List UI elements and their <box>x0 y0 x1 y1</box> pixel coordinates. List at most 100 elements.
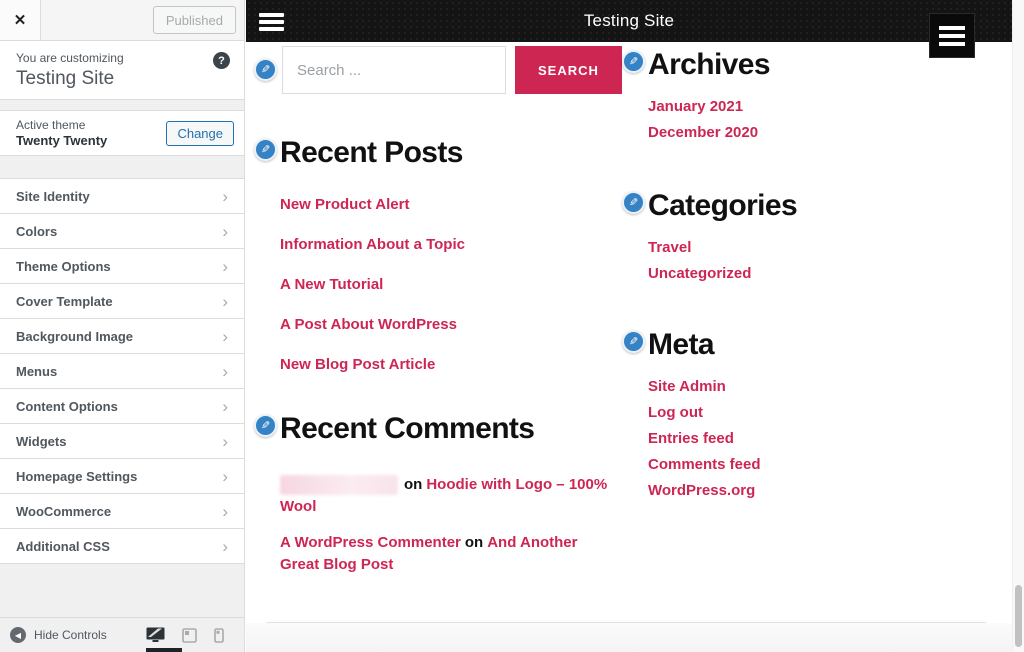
mobile-icon <box>214 627 224 643</box>
list-item: WordPress.org <box>648 482 1010 500</box>
customizer-site-title: Testing Site <box>16 68 115 89</box>
list-item: Uncategorized <box>648 265 1010 283</box>
comment-author-link[interactable]: A WordPress Commenter <box>280 534 461 551</box>
site-header: Testing Site <box>246 0 1012 42</box>
close-customizer-button[interactable]: ✕ <box>0 0 41 40</box>
edit-archives-button[interactable]: ✎ <box>622 50 645 73</box>
archive-link[interactable]: January 2021 <box>648 98 743 115</box>
search-input[interactable] <box>282 46 506 94</box>
archives-widget: ✎ Archives January 2021 December 2020 <box>622 48 1010 142</box>
edit-meta-button[interactable]: ✎ <box>622 330 645 353</box>
list-item: Entries feed <box>648 430 1010 448</box>
screen: ✕ Published You are customizing Testing … <box>0 0 1024 652</box>
site-preview: Testing Site ✎ SEARCH ✎ Recent Posts <box>246 0 1024 652</box>
categories-list: Travel Uncategorized <box>648 239 1010 283</box>
meta-link[interactable]: Site Admin <box>648 378 726 395</box>
desktop-icon <box>146 627 165 642</box>
category-link[interactable]: Uncategorized <box>648 265 751 282</box>
preview-right-column: ✎ Archives January 2021 December 2020 ✎ … <box>622 46 1010 508</box>
customizing-label: You are customizing <box>16 51 124 65</box>
device-preview-switcher <box>146 627 234 643</box>
active-theme-section: Active theme Twenty Twenty Change <box>0 110 244 156</box>
edit-recent-posts-button[interactable]: ✎ <box>254 138 277 161</box>
sidebar-item-cover-template[interactable]: Cover Template › <box>0 284 244 319</box>
active-device-indicator <box>146 648 182 652</box>
sidebar-item-colors[interactable]: Colors › <box>0 214 244 249</box>
sidebar-item-label: Homepage Settings <box>16 468 138 484</box>
list-item: Site Admin <box>648 378 1010 396</box>
sidebar-item-content-options[interactable]: Content Options › <box>0 389 244 424</box>
meta-link[interactable]: WordPress.org <box>648 482 755 499</box>
category-link[interactable]: Travel <box>648 239 691 256</box>
preview-scrollbar-thumb[interactable] <box>1015 585 1022 647</box>
redacted-comment-author <box>280 475 398 496</box>
archive-link[interactable]: December 2020 <box>648 124 758 141</box>
list-item: Log out <box>648 404 1010 422</box>
help-button[interactable]: ? <box>213 52 230 69</box>
chevron-right-icon: › <box>222 291 228 311</box>
sidebar-item-label: Cover Template <box>16 293 113 309</box>
sidebar-item-site-identity[interactable]: Site Identity › <box>0 179 244 214</box>
preview-scrollbar-track[interactable] <box>1012 0 1024 652</box>
tablet-preview-button[interactable] <box>182 627 197 643</box>
edit-categories-button[interactable]: ✎ <box>622 191 645 214</box>
meta-title: Meta <box>648 328 715 361</box>
sidebar-item-label: Content Options <box>16 398 118 414</box>
desktop-preview-button[interactable] <box>146 627 165 643</box>
sidebar-item-homepage-settings[interactable]: Homepage Settings › <box>0 459 244 494</box>
published-button[interactable]: Published <box>152 6 236 34</box>
list-item: A New Tutorial <box>280 276 616 294</box>
theme-name: Twenty Twenty <box>16 133 108 148</box>
edit-recent-comments-button[interactable]: ✎ <box>254 414 277 437</box>
sidebar-item-additional-css[interactable]: Additional CSS › <box>0 529 244 564</box>
sidebar-item-theme-options[interactable]: Theme Options › <box>0 249 244 284</box>
meta-list: Site Admin Log out Entries feed Comments… <box>648 378 1010 500</box>
post-link[interactable]: Information About a Topic <box>280 236 465 253</box>
pencil-icon: ✎ <box>260 64 271 76</box>
post-link[interactable]: New Blog Post Article <box>280 356 435 373</box>
active-theme-label: Active theme <box>16 118 86 132</box>
menu-hamburger-icon[interactable] <box>259 13 284 31</box>
sidebar-item-label: WooCommerce <box>16 503 112 519</box>
sidebar-item-menus[interactable]: Menus › <box>0 354 244 389</box>
collapse-arrow-icon: ◀ <box>14 630 22 640</box>
list-item: January 2021 <box>648 98 1010 116</box>
sidebar-item-label: Colors <box>16 223 58 239</box>
recent-posts-widget: ✎ Recent Posts New Product Alert Informa… <box>254 136 616 374</box>
edit-search-widget-button[interactable]: ✎ <box>254 58 277 81</box>
preview-left-column: ✎ SEARCH ✎ Recent Posts New Product Aler… <box>254 46 622 590</box>
comment-connector: on <box>464 534 484 551</box>
recent-comments-list: on Hoodie with Logo – 100% Wool A WordPre… <box>280 474 616 576</box>
meta-link[interactable]: Comments feed <box>648 456 761 473</box>
hamburger-icon <box>939 25 965 30</box>
sidebar-item-widgets[interactable]: Widgets › <box>0 424 244 459</box>
collapse-sidebar-button[interactable]: ◀ <box>10 627 26 643</box>
post-link[interactable]: New Product Alert <box>280 196 409 213</box>
meta-link[interactable]: Log out <box>648 404 703 421</box>
pencil-icon: ✎ <box>628 336 639 348</box>
list-item: A Post About WordPress <box>280 316 616 334</box>
active-theme-text: Active theme Twenty Twenty <box>16 118 107 148</box>
change-theme-button[interactable]: Change <box>166 120 234 146</box>
site-header-title[interactable]: Testing Site <box>584 11 674 31</box>
customizing-info-section: You are customizing Testing Site ? <box>0 41 244 100</box>
chevron-right-icon: › <box>222 256 228 276</box>
meta-link[interactable]: Entries feed <box>648 430 734 447</box>
chevron-right-icon: › <box>222 361 228 381</box>
customizer-footer: ◀ Hide Controls <box>0 617 244 652</box>
list-item: December 2020 <box>648 124 1010 142</box>
hide-controls-label[interactable]: Hide Controls <box>34 628 107 642</box>
sidebar-item-woocommerce[interactable]: WooCommerce › <box>0 494 244 529</box>
comment-item: on Hoodie with Logo – 100% Wool <box>280 474 616 518</box>
search-widget: ✎ SEARCH <box>254 46 622 94</box>
post-link[interactable]: A Post About WordPress <box>280 316 457 333</box>
post-link[interactable]: A New Tutorial <box>280 276 383 293</box>
chevron-right-icon: › <box>222 396 228 416</box>
mobile-preview-button[interactable] <box>214 627 224 643</box>
close-icon: ✕ <box>13 12 27 29</box>
sidebar-item-background-image[interactable]: Background Image › <box>0 319 244 354</box>
chevron-right-icon: › <box>222 501 228 521</box>
recent-posts-list: New Product Alert Information About a To… <box>280 196 616 374</box>
customizer-menu: Site Identity › Colors › Theme Options ›… <box>0 178 244 564</box>
search-button[interactable]: SEARCH <box>515 46 622 94</box>
